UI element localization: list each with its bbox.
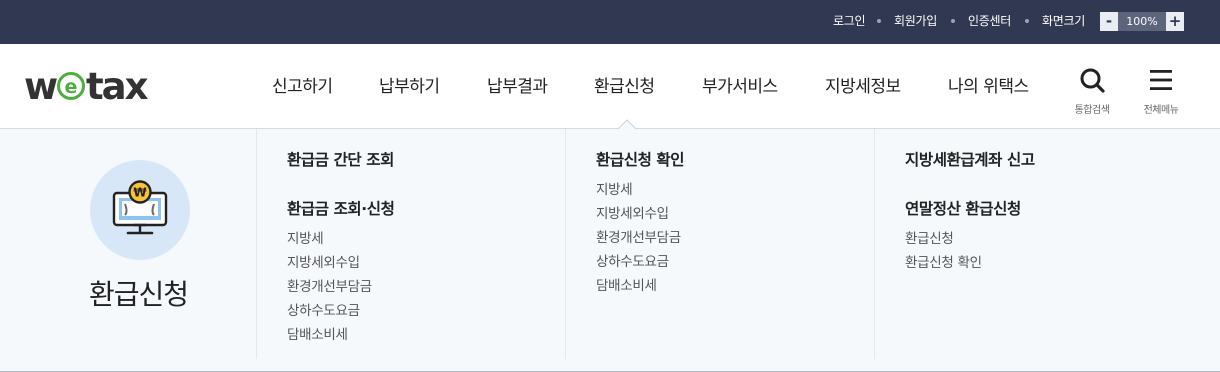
separator-dot (1025, 19, 1029, 23)
menu-item-tobacco-tax[interactable]: 담배소비세 (287, 323, 348, 343)
nav-item-my-wetax[interactable]: 나의 위택스 (948, 72, 1029, 102)
logo-w: w (24, 66, 57, 106)
menu-item-refund-apply[interactable]: 환급신청 (905, 227, 954, 247)
column-divider (256, 129, 257, 359)
menu-item-environment-charge[interactable]: 환경개선부담금 (596, 226, 681, 246)
menu-heading-refund-check[interactable]: 환급신청 확인 (596, 148, 685, 170)
zoom-value: 100% (1118, 12, 1166, 31)
wetax-logo-mark: w e tax (24, 65, 151, 108)
menu-heading-year-end-refund[interactable]: 연말정산 환급신청 (905, 197, 1021, 219)
main-header: w e tax 신고하기 납부하기 납부결과 환급신청 부가서비스 지방세정보 … (0, 44, 1220, 129)
logo-e: e (65, 76, 78, 98)
logo-tax: tax (86, 66, 149, 106)
all-menu-button[interactable]: 전체메뉴 (1135, 66, 1187, 116)
refund-monitor-icon: ₩ (112, 180, 168, 235)
zoom-in-button[interactable]: + (1166, 12, 1184, 31)
menu-item-non-tax-revenue[interactable]: 지방세외수입 (287, 251, 360, 271)
search-button-label: 통합검색 (1074, 105, 1110, 116)
search-button[interactable]: 통합검색 (1066, 66, 1118, 116)
refund-illustration: ₩ (90, 160, 190, 260)
nav-item-report[interactable]: 신고하기 (272, 72, 333, 102)
search-icon (1080, 68, 1105, 93)
separator-dot (877, 19, 881, 23)
menu-item-refund-apply-check[interactable]: 환급신청 확인 (905, 251, 982, 271)
menu-item-water-sewage-fee[interactable]: 상하수도요금 (287, 299, 360, 319)
mega-menu-title: 환급신청 (88, 278, 189, 311)
cert-center-link[interactable]: 인증센터 (968, 0, 1011, 44)
hamburger-menu-icon (1150, 70, 1172, 90)
menu-heading-refund-lookup-apply[interactable]: 환급금 조회·신청 (287, 197, 395, 219)
all-menu-button-label: 전체메뉴 (1143, 105, 1179, 116)
zoom-label: 화면크기 (1042, 14, 1085, 28)
wetax-logo[interactable]: w e tax (24, 65, 158, 108)
menu-item-environment-charge[interactable]: 환경개선부담금 (287, 275, 372, 295)
zoom-control: - 100% + (1100, 12, 1184, 31)
mega-column-3: 지방세환급계좌 신고 연말정산 환급신청 환급신청 환급신청 확인 (905, 129, 1215, 359)
menu-item-tobacco-tax[interactable]: 담배소비세 (596, 274, 657, 294)
menu-item-water-sewage-fee[interactable]: 상하수도요금 (596, 250, 669, 270)
nav-item-payment[interactable]: 납부하기 (379, 72, 440, 102)
utility-bar: 로그인 회원가입 인증센터 화면크기 - 100% + (0, 0, 1220, 44)
signup-link[interactable]: 회원가입 (894, 0, 937, 44)
login-link[interactable]: 로그인 (833, 0, 866, 44)
separator-dot (951, 19, 955, 23)
nav-item-local-tax-info[interactable]: 지방세정보 (825, 72, 901, 102)
menu-item-non-tax-revenue[interactable]: 지방세외수입 (596, 202, 669, 222)
zoom-out-button[interactable]: - (1100, 12, 1118, 31)
menu-item-local-tax[interactable]: 지방세 (596, 178, 633, 198)
nav-item-refund[interactable]: 환급신청 (594, 72, 655, 102)
nav-item-payment-result[interactable]: 납부결과 (487, 72, 548, 102)
refund-mega-menu: ₩ 환급신청 환급금 간단 조회 환급금 조회·신청 지방세 지방세외수입 환경… (0, 129, 1220, 372)
menu-item-local-tax[interactable]: 지방세 (287, 227, 324, 247)
nav-item-extra-services[interactable]: 부가서비스 (702, 72, 778, 102)
mega-column-1: 환급금 간단 조회 환급금 조회·신청 지방세 지방세외수입 환경개선부담금 상… (287, 129, 597, 359)
svg-text:₩: ₩ (133, 186, 147, 200)
menu-heading-refund-quick-lookup[interactable]: 환급금 간단 조회 (287, 148, 394, 170)
mega-column-2: 환급신청 확인 지방세 지방세외수입 환경개선부담금 상하수도요금 담배소비세 (596, 129, 906, 359)
menu-heading-refund-account-report[interactable]: 지방세환급계좌 신고 (905, 148, 1035, 170)
